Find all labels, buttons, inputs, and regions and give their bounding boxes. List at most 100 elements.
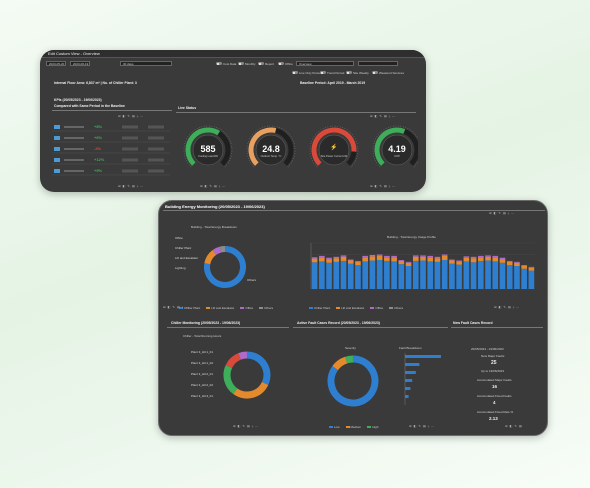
usage-bar — [449, 263, 455, 289]
weekend-services-toggle[interactable] — [372, 71, 378, 74]
legend-label: Office — [245, 306, 254, 310]
chiller-label: Plant 3_HC2_01 — [191, 372, 213, 376]
kpi-toolbar-icons[interactable]: ⊞ ◧ ✎ ▤ ⤓ ⋯ — [118, 114, 144, 118]
chiller-label: Plant 3_HC1_02 — [191, 361, 213, 365]
overview-window: Edit Custom View - Overview 2023-05-20 2… — [40, 50, 426, 192]
floor-area-text: Internal Floor Area: 6,837 m² | No. of C… — [54, 81, 137, 85]
usage-bar — [528, 266, 535, 268]
fault-bar — [405, 363, 420, 366]
legend-item: Office — [370, 306, 383, 310]
usage-bar — [412, 256, 419, 261]
acc-major-label: Accumulated Major Faults — [477, 378, 512, 382]
divider — [167, 327, 289, 328]
fault-bar — [405, 371, 416, 374]
live-footer-icons-right[interactable]: ⊞ ◧ ✎ ▤ ⤓ ⋯ — [370, 184, 396, 188]
cost-data-toggle[interactable] — [216, 62, 222, 65]
legend-item: High — [367, 425, 378, 429]
usage-bar — [355, 260, 361, 262]
usage-bar — [405, 266, 412, 289]
live-only-toggle[interactable] — [292, 71, 298, 74]
toggle-label: Site Weekly — [353, 71, 369, 75]
legend-label: High — [372, 425, 379, 429]
window-title: Edit Custom View - Overview — [40, 50, 426, 58]
fault-legend: Low Medium High — [329, 415, 409, 429]
usage-bar — [398, 260, 405, 265]
usage-bar — [492, 257, 499, 262]
monthly-toggle[interactable] — [238, 62, 244, 65]
breakdown-slice — [204, 250, 217, 265]
live-toolbar-icons[interactable]: ⊞ ◧ ✎ ▤ ⤓ ⋯ — [370, 114, 396, 118]
usage-bar — [456, 260, 462, 262]
chiller-footer-icons[interactable]: ⊞ ◧ ✎ ▤ ⤓ ⋯ — [233, 424, 259, 428]
usage-bar — [427, 261, 434, 289]
usage-bar — [456, 261, 462, 265]
kpi-cell — [148, 147, 164, 151]
live-status-gauges: 585Cooling Load kW 24.8Outdoor Temp. °C ⚡ S… — [183, 125, 418, 168]
date-from-field[interactable]: 2023-05-20 — [46, 61, 66, 66]
usage-bar — [477, 255, 484, 258]
gauge-value: 585 — [200, 144, 215, 154]
usage-bar — [528, 270, 535, 289]
breakdown-footer-icons[interactable]: ⊞ ◧ ✎ ▤ ⤓ ⋯ — [163, 305, 189, 309]
usage-bar — [398, 260, 405, 261]
usage-bar — [340, 256, 347, 261]
legend-swatch — [345, 426, 350, 429]
usage-bar — [470, 258, 477, 263]
usage-bar — [384, 257, 390, 261]
chiller-label: Plant 3_HC1_01 — [191, 350, 213, 354]
breakdown-label: Others — [247, 278, 257, 282]
live-footer-icons[interactable]: ⊞ ◧ ✎ ▤ ⤓ ⋯ — [200, 184, 226, 188]
breakdown-label: Lift and Escalator — [175, 256, 198, 260]
usage-bar — [319, 255, 325, 258]
breakdown-slice — [219, 246, 226, 253]
usage-bar — [384, 255, 390, 258]
date-to-field[interactable]: 2023-06-19 — [70, 61, 90, 66]
kpi-cell — [148, 169, 164, 173]
usage-bar — [420, 255, 426, 257]
legend-swatch — [370, 307, 375, 310]
fault-footer-icons[interactable]: ⊞ ◧ ✎ ▤ ⤓ ⋯ — [409, 424, 435, 428]
usage-bar — [355, 265, 361, 289]
breakdown-slice — [212, 246, 222, 255]
fault-breakdown-bars — [404, 353, 441, 405]
chiller-label: Plant 3_HC3_01 — [191, 394, 213, 398]
breakdown-label: Office — [175, 236, 183, 240]
kpi-cell — [122, 169, 138, 173]
usage-footer-icons[interactable]: ⊞ ◧ ✎ ▤ ⤓ ⋯ — [494, 305, 520, 309]
new-fault-footer-icons[interactable]: ⊞ ◧ ✎ ▤ — [505, 424, 522, 428]
new-major-value: 25 — [491, 360, 497, 366]
view-name-field[interactable] — [358, 61, 398, 66]
legend-item: Lift and Escalator — [336, 306, 364, 310]
gauge-label: Site Power Current kW — [321, 154, 348, 158]
usage-bar — [355, 261, 361, 266]
legend-swatch — [309, 307, 313, 310]
legend-item: Low — [329, 425, 340, 429]
usage-bar — [319, 261, 325, 289]
legend-swatch — [259, 307, 264, 310]
trend-period-toggle[interactable] — [320, 71, 326, 74]
view-select[interactable]: Overview — [296, 61, 354, 66]
divider — [52, 110, 172, 111]
kpi-row-value: -2% — [94, 146, 102, 151]
site-weekly-toggle[interactable] — [346, 71, 352, 74]
usage-bar — [384, 260, 390, 289]
usage-bar — [521, 268, 527, 289]
report-toggle[interactable] — [258, 62, 264, 65]
kpi-row-value: +12% — [94, 157, 105, 162]
usage-bar — [521, 265, 527, 266]
usage-bar — [311, 258, 318, 263]
legend-label: Chiller Plant — [314, 306, 331, 310]
acc-rate-label: Accumulated Fixed Rate % — [477, 410, 514, 414]
gauge-label: COP — [394, 154, 400, 158]
kpi-row-label-bar — [64, 170, 84, 172]
office-toggle[interactable] — [278, 62, 284, 65]
building-toolbar-icons[interactable]: ⊞ ◧ ✎ ▤ ⤓ ⋯ — [489, 211, 515, 215]
legend-label: Office — [375, 306, 384, 310]
energy-breakdown-donut: Office Chiller Plant Lift and Escalator Lig… — [175, 236, 257, 288]
legend-swatch — [240, 307, 245, 310]
usage-bar — [485, 260, 491, 289]
divider — [293, 327, 448, 328]
kpi-footer-icons[interactable]: ⊞ ◧ ✎ ▤ ⤓ ⋯ — [118, 184, 144, 188]
period-select[interactable]: 30 days — [120, 61, 172, 66]
breakdown-label: Lighting — [175, 266, 186, 270]
